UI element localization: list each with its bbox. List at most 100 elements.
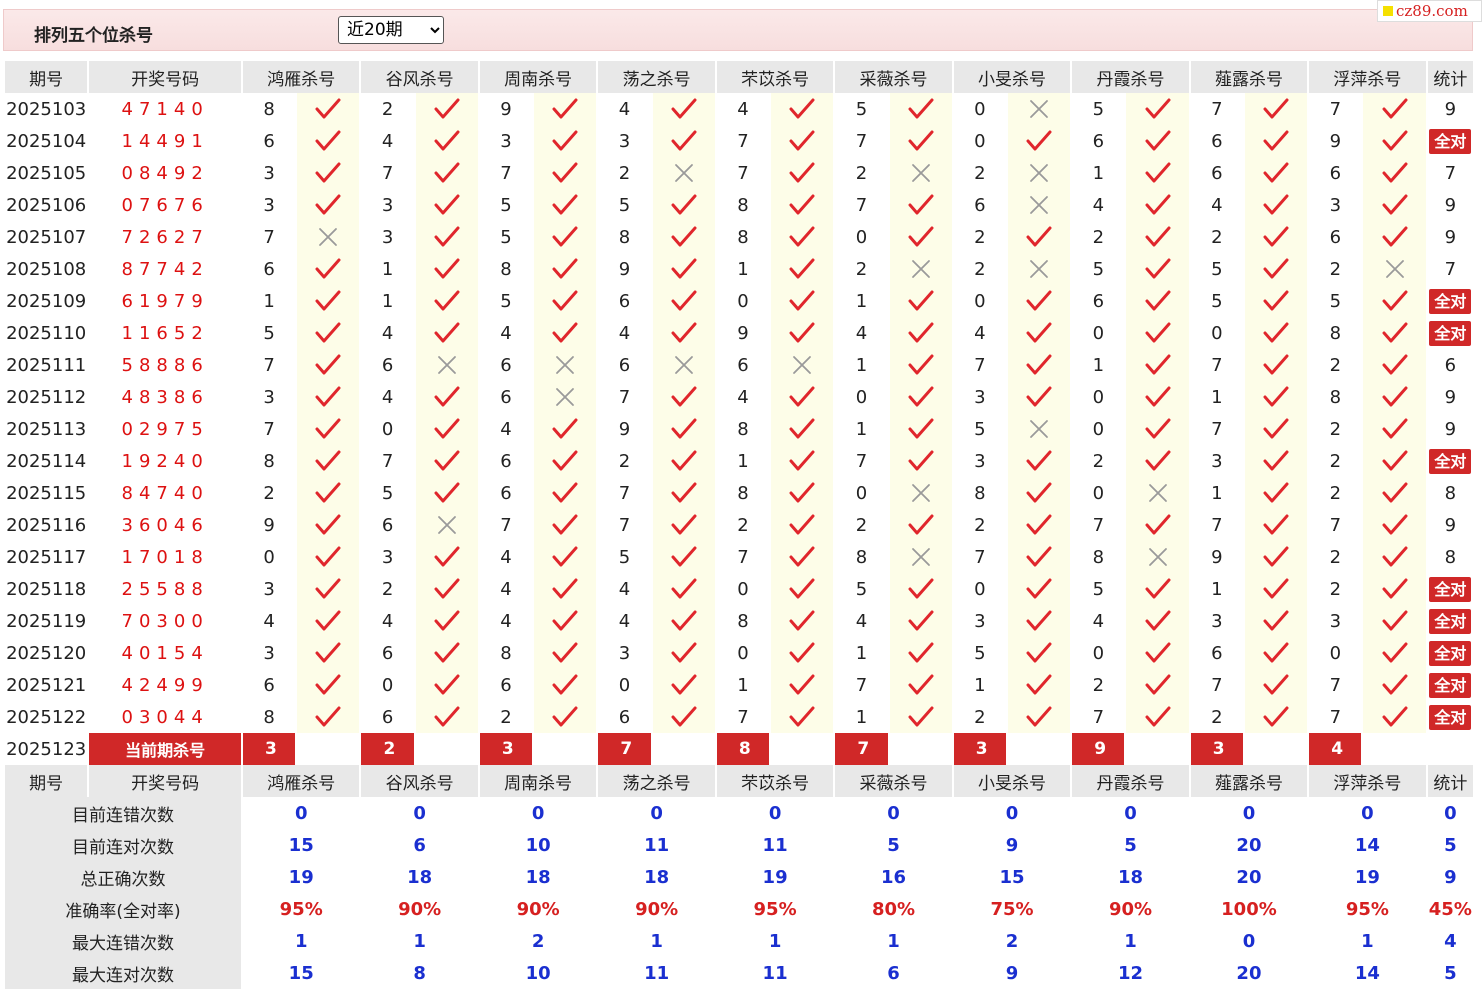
result-mark-cell xyxy=(1244,221,1308,253)
kill-number-cell: 7 xyxy=(855,194,868,216)
kill-number-cell: 8 xyxy=(1329,322,1342,344)
check-mark-icon xyxy=(434,98,460,119)
kill-number-cell: 6 xyxy=(618,354,631,376)
result-mark-cell xyxy=(297,157,360,189)
draw-number-cell: 84740 xyxy=(121,482,209,504)
cross-mark-icon xyxy=(911,260,930,278)
check-mark-icon xyxy=(552,610,578,631)
header-expert: 采薇杀号 xyxy=(835,765,952,797)
result-mark-cell xyxy=(652,349,715,381)
result-mark-cell xyxy=(1363,93,1426,125)
summary-value: 11 xyxy=(598,829,715,861)
kill-number-cell: 7 xyxy=(737,130,749,152)
check-mark-icon xyxy=(789,706,815,727)
table-row: 2025120 40154 3 6 8 3 0 1 5 0 6 0 全对 xyxy=(5,637,1473,669)
result-mark-cell xyxy=(1244,541,1308,573)
kill-number-cell: 6 xyxy=(500,482,512,504)
check-mark-icon xyxy=(671,674,697,695)
table-row: 2025104 14491 6 4 3 3 7 7 0 6 6 9 全对 xyxy=(5,125,1473,157)
check-mark-icon xyxy=(1145,290,1171,311)
result-mark-cell xyxy=(415,253,478,285)
period-range-select[interactable]: 近20期 xyxy=(338,16,444,44)
kill-number-cell: 2 xyxy=(263,482,275,504)
check-mark-icon xyxy=(1382,514,1408,535)
kill-number-cell: 9 xyxy=(618,258,631,280)
check-mark-icon xyxy=(434,610,460,631)
draw-number-cell: 40154 xyxy=(121,642,209,664)
summary-value: 20 xyxy=(1190,829,1308,861)
check-mark-icon xyxy=(434,706,460,727)
kill-number-cell: 7 xyxy=(737,546,749,568)
kill-number-cell: 8 xyxy=(263,706,275,728)
kill-number-cell: 3 xyxy=(618,642,631,664)
summary-value: 0 xyxy=(1072,797,1189,829)
cross-mark-icon xyxy=(1030,100,1049,118)
result-mark-cell xyxy=(1008,445,1071,477)
table-row: 2025103 47140 8 2 9 4 4 5 0 5 7 7 9 xyxy=(5,93,1473,125)
kill-number-cell: 8 xyxy=(974,482,986,504)
check-mark-icon xyxy=(671,642,697,663)
kill-number-cell: 5 xyxy=(500,290,512,312)
check-mark-icon xyxy=(671,514,697,535)
check-mark-icon xyxy=(789,546,815,567)
result-mark-cell xyxy=(1126,669,1189,701)
check-mark-icon xyxy=(552,706,578,727)
result-mark-cell xyxy=(771,189,834,221)
result-mark-cell xyxy=(297,637,360,669)
draw-number-cell: 14491 xyxy=(121,130,209,152)
period-cell: 2025111 xyxy=(5,349,88,381)
result-mark-cell xyxy=(1363,637,1426,669)
kill-number-cell: 7 xyxy=(381,450,394,472)
kill-number-cell: 7 xyxy=(618,482,631,504)
check-mark-icon xyxy=(789,322,815,343)
header-expert: 周南杀号 xyxy=(479,765,597,797)
period-cell: 2025120 xyxy=(5,637,88,669)
result-mark-cell xyxy=(652,285,715,317)
check-mark-icon xyxy=(1263,258,1289,279)
summary-value: 12 xyxy=(1072,957,1189,989)
check-mark-icon xyxy=(1145,226,1171,247)
check-mark-icon xyxy=(1263,354,1289,375)
site-brand[interactable]: cz89.com xyxy=(1377,0,1482,22)
header-draw: 开奖号码 xyxy=(89,765,241,797)
result-mark-cell xyxy=(297,285,360,317)
header-expert: 芣苡杀号 xyxy=(716,765,834,797)
header-expert: 谷风杀号 xyxy=(361,765,478,797)
stat-cell: 全对 xyxy=(1428,285,1473,317)
draw-number-cell: 42499 xyxy=(121,674,209,696)
result-mark-cell xyxy=(1244,253,1308,285)
kill-number-cell: 7 xyxy=(618,514,631,536)
check-mark-icon xyxy=(789,386,815,407)
all-right-badge: 全对 xyxy=(1429,576,1472,602)
result-mark-cell xyxy=(1363,317,1426,349)
result-mark-cell xyxy=(1244,605,1308,637)
kill-number-cell: 5 xyxy=(1329,290,1342,312)
kill-number-cell: 3 xyxy=(974,386,986,408)
stat-cell: 8 xyxy=(1444,482,1457,504)
result-mark-cell xyxy=(1008,413,1071,445)
summary-stat-value: 5 xyxy=(1427,957,1473,989)
check-mark-icon xyxy=(908,130,934,151)
result-mark-cell xyxy=(297,573,360,605)
check-mark-icon xyxy=(434,546,460,567)
result-mark-cell xyxy=(1363,669,1426,701)
check-mark-icon xyxy=(908,578,934,599)
result-mark-cell xyxy=(1008,669,1071,701)
kill-number-cell: 9 xyxy=(618,418,631,440)
result-mark-cell xyxy=(1126,573,1189,605)
result-mark-cell xyxy=(652,445,715,477)
check-mark-icon xyxy=(1382,194,1408,215)
stat-cell: 9 xyxy=(1444,194,1457,216)
summary-value: 20 xyxy=(1190,957,1308,989)
result-mark-cell xyxy=(652,125,715,157)
summary-value: 18 xyxy=(479,861,597,893)
check-mark-icon xyxy=(908,514,934,535)
result-mark-cell xyxy=(652,701,715,733)
check-mark-icon xyxy=(789,418,815,439)
result-mark-cell xyxy=(297,317,360,349)
draw-number-cell: 58886 xyxy=(121,354,209,376)
kill-number-cell: 6 xyxy=(1092,290,1105,312)
check-mark-icon xyxy=(315,514,341,535)
check-mark-icon xyxy=(1145,706,1171,727)
draw-number-cell: 36046 xyxy=(121,514,209,536)
